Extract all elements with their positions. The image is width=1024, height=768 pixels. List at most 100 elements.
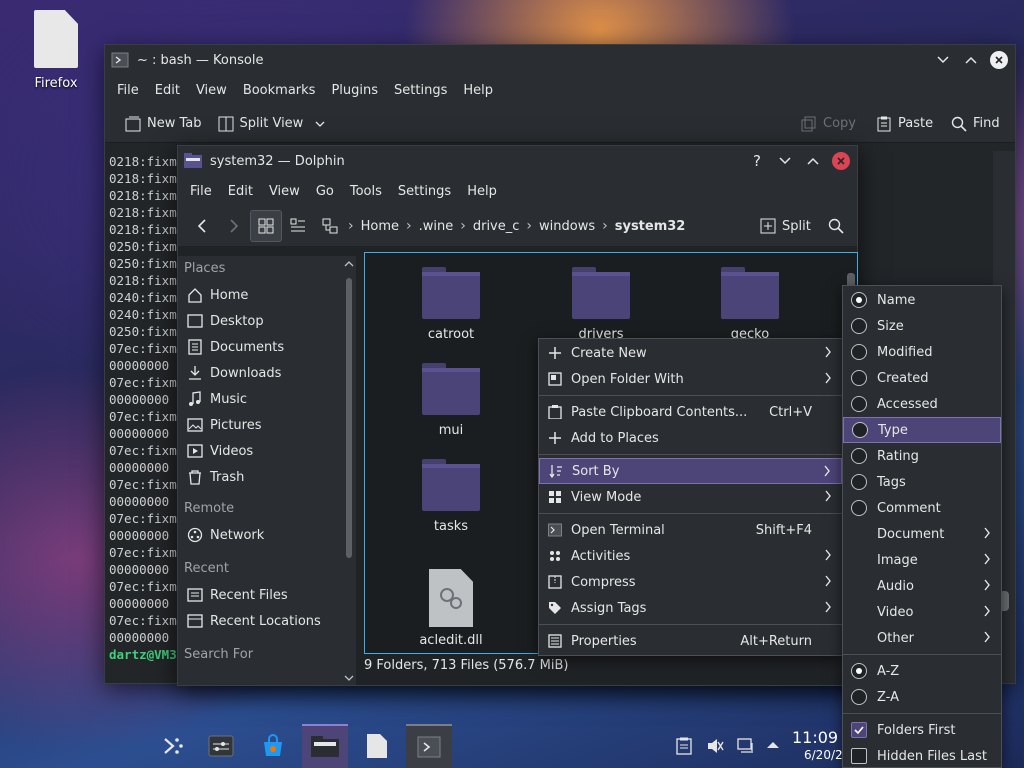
copy-button[interactable]: Copy [793,109,864,139]
app-launcher-button[interactable] [150,724,196,768]
sort-submenu-video[interactable]: Video [843,599,1001,625]
task-konsole[interactable] [406,724,452,768]
folder-item[interactable]: mui [401,363,501,438]
sort-option-comment[interactable]: Comment [843,495,1001,521]
menu-item-properties[interactable]: Properties Alt+Return [539,628,842,654]
menu-help[interactable]: Help [455,83,501,98]
split-button[interactable]: Split [752,211,819,241]
find-button[interactable]: Find [943,109,1008,139]
menu-item-create-new[interactable]: Create New [539,340,842,366]
menu-item-open-terminal[interactable]: Open Terminal Shift+F4 [539,517,842,543]
close-button[interactable] [831,151,851,171]
places-item-downloads[interactable]: Downloads [178,360,348,386]
menu-tools[interactable]: Tools [342,184,390,199]
help-button[interactable]: ? [747,151,767,171]
expand-tray-icon[interactable] [766,740,780,750]
menu-file[interactable]: File [182,184,220,199]
places-item-recent-files[interactable]: Recent Files [178,582,348,608]
menu-item-assign-tags[interactable]: Assign Tags [539,595,842,621]
folder-item[interactable]: gecko [700,267,800,342]
menu-go[interactable]: Go [308,184,342,199]
task-discover[interactable] [250,724,296,768]
sort-option-modified[interactable]: Modified [843,339,1001,365]
konsole-titlebar[interactable]: ~ : bash — Konsole [105,45,1015,75]
sort-option-created[interactable]: Created [843,365,1001,391]
sort-option-tags[interactable]: Tags [843,469,1001,495]
sort-submenu-image[interactable]: Image [843,547,1001,573]
menu-plugins[interactable]: Plugins [323,83,386,98]
maximize-button[interactable] [961,50,981,70]
sort-submenu-document[interactable]: Document [843,521,1001,547]
sort-order-az[interactable]: A-Z [843,658,1001,684]
places-item-trash[interactable]: Trash [178,464,348,490]
volume-muted-icon[interactable] [706,737,724,755]
scrollbar-thumb[interactable] [346,278,352,558]
menu-view[interactable]: View [188,83,235,98]
menu-edit[interactable]: Edit [147,83,188,98]
sort-submenu-audio[interactable]: Audio [843,573,1001,599]
new-tab-button[interactable]: New Tab [117,109,210,139]
file-item[interactable]: acledit.dll [401,569,501,648]
menu-bookmarks[interactable]: Bookmarks [235,83,324,98]
search-button[interactable] [820,210,852,242]
menu-view[interactable]: View [261,184,308,199]
breadcrumb-windows[interactable]: windows [534,219,600,234]
menu-item-open-folder-with[interactable]: Open Folder With [539,366,842,392]
places-item-recent-locations[interactable]: Recent Locations [178,608,348,634]
close-button[interactable] [989,50,1009,70]
places-item-videos[interactable]: Videos [178,438,348,464]
places-item-desktop[interactable]: Desktop [178,308,348,334]
menu-item-sort-by[interactable]: Sort By [539,458,842,484]
paste-button[interactable]: Paste [868,109,941,139]
forward-button[interactable] [218,210,250,242]
menu-edit[interactable]: Edit [220,184,261,199]
chevron-down-icon[interactable] [344,674,354,682]
breadcrumb-system32[interactable]: system32 [610,219,691,234]
minimize-button[interactable] [775,151,795,171]
menu-item-activities[interactable]: Activities [539,543,842,569]
sort-option-accessed[interactable]: Accessed [843,391,1001,417]
places-item-home[interactable]: Home [178,282,348,308]
menu-item-paste-clipboard[interactable]: Paste Clipboard Contents... Ctrl+V [539,399,842,425]
sort-submenu-other[interactable]: Other [843,625,1001,651]
desktop-icon-firefox[interactable]: Firefox [24,10,88,91]
sort-option-type[interactable]: Type [843,417,1001,443]
menu-help[interactable]: Help [459,184,505,199]
icons-view-button[interactable] [250,210,282,242]
folder-item[interactable]: catroot [401,267,501,342]
places-item-pictures[interactable]: Pictures [178,412,348,438]
places-scrollbar[interactable] [344,256,356,685]
back-button[interactable] [186,210,218,242]
breadcrumb-home[interactable]: Home [356,219,404,234]
menu-settings[interactable]: Settings [390,184,459,199]
menu-settings[interactable]: Settings [386,83,455,98]
folder-item[interactable]: drivers [551,267,651,342]
minimize-button[interactable] [933,50,953,70]
dolphin-titlebar[interactable]: system32 — Dolphin ? [178,146,857,176]
sort-order-za[interactable]: Z-A [843,684,1001,710]
task-dolphin[interactable] [302,724,348,768]
places-item-network[interactable]: Network [178,522,348,548]
places-item-music[interactable]: Music [178,386,348,412]
compact-view-button[interactable] [282,210,314,242]
places-item-documents[interactable]: Documents [178,334,348,360]
clock[interactable]: 11:09 6/20/2 [792,729,843,763]
task-system-settings[interactable] [198,724,244,768]
chevron-up-icon[interactable] [344,260,354,268]
menu-item-add-to-places[interactable]: Add to Places [539,425,842,451]
menu-item-compress[interactable]: Compress [539,569,842,595]
breadcrumb-wine[interactable]: .wine [414,219,459,234]
sort-option-rating[interactable]: Rating [843,443,1001,469]
menu-item-view-mode[interactable]: View Mode [539,484,842,510]
sort-option-name[interactable]: Name [843,287,1001,313]
task-file[interactable] [354,724,400,768]
menu-file[interactable]: File [109,83,147,98]
folder-item[interactable]: tasks [401,459,501,534]
maximize-button[interactable] [803,151,823,171]
breadcrumb-drive-c[interactable]: drive_c [468,219,525,234]
network-wired-icon[interactable] [737,737,755,755]
details-view-button[interactable] [314,210,346,242]
sort-option-size[interactable]: Size [843,313,1001,339]
clipboard-icon[interactable] [676,737,692,755]
split-view-button[interactable]: Split View [210,109,334,139]
